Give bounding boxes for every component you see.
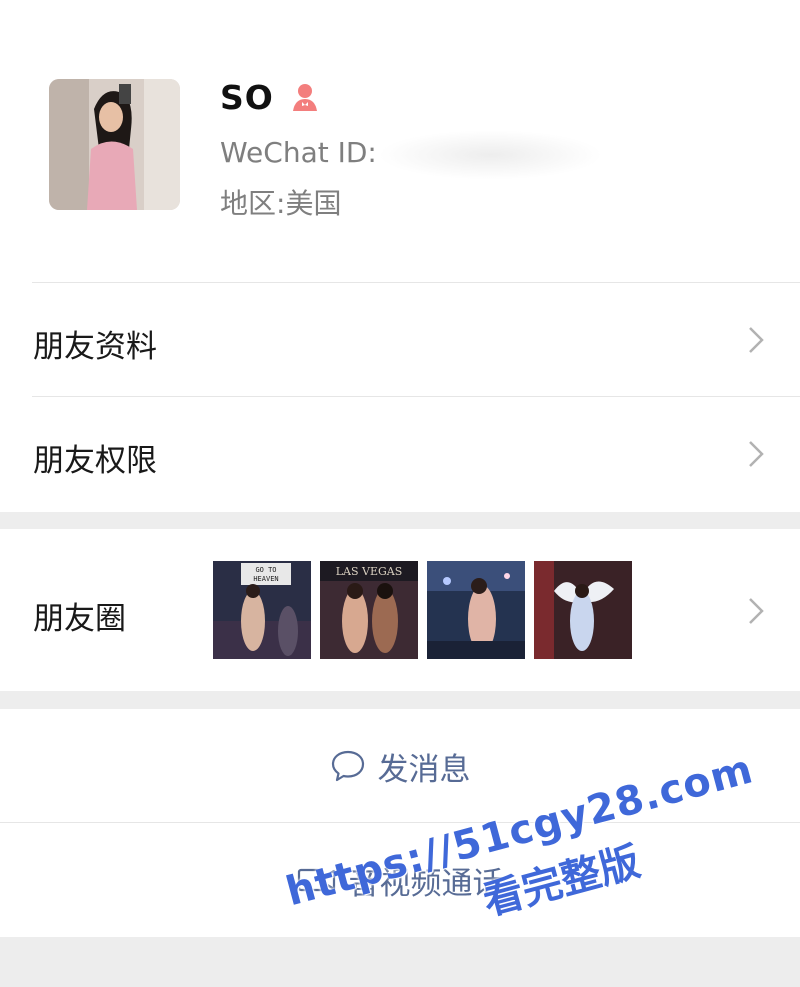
friend-profile-label: 朋友资料 [33,329,157,365]
thumb-caption: LAS VEGAS [336,565,403,578]
actions-section: 发消息 音视频通话 [0,709,800,937]
contact-name: SO [220,78,274,117]
profile-section: SO WeChat ID: 地区:美国 朋友资料 朋友权限 [0,0,800,512]
video-call-button[interactable]: 音视频通话 [0,823,800,937]
wechat-id-label: WeChat ID: [220,136,377,169]
chevron-right-icon [749,441,764,467]
chevron-right-icon [749,327,764,353]
video-camera-icon [297,868,335,892]
moments-thumbnail[interactable]: GO TO HEAVEN [213,561,311,659]
moments-row[interactable]: 朋友圈 GO TO HEAVEN LAS VEGAS [0,529,800,691]
friend-permissions-label: 朋友权限 [33,443,157,479]
send-message-button[interactable]: 发消息 [0,709,800,823]
female-icon [288,81,322,115]
moments-label: 朋友圈 [33,601,126,637]
chat-bubble-icon [331,750,364,782]
avatar[interactable] [49,79,180,210]
send-message-label: 发消息 [377,751,471,788]
moments-thumbnail[interactable] [534,561,632,659]
moments-thumbnails: GO TO HEAVEN LAS VEGAS [213,561,632,659]
chevron-right-icon [749,598,764,624]
wechat-id-row: WeChat ID: [220,136,377,169]
friend-profile-row[interactable]: 朋友资料 [0,283,800,396]
friend-permissions-row[interactable]: 朋友权限 [0,397,800,512]
region-label: 地区: [220,187,286,220]
thumb-caption-line2: HEAVEN [253,575,278,583]
video-call-label: 音视频通话 [348,865,504,902]
moments-thumbnail[interactable] [427,561,525,659]
region-value: 美国 [285,187,342,220]
region-row: 地区:美国 [220,182,341,222]
thumb-caption-line1: GO TO [255,566,276,574]
moments-thumbnail[interactable]: LAS VEGAS [320,561,418,659]
wechat-id-redaction [378,130,603,180]
name-row: SO [220,78,322,117]
